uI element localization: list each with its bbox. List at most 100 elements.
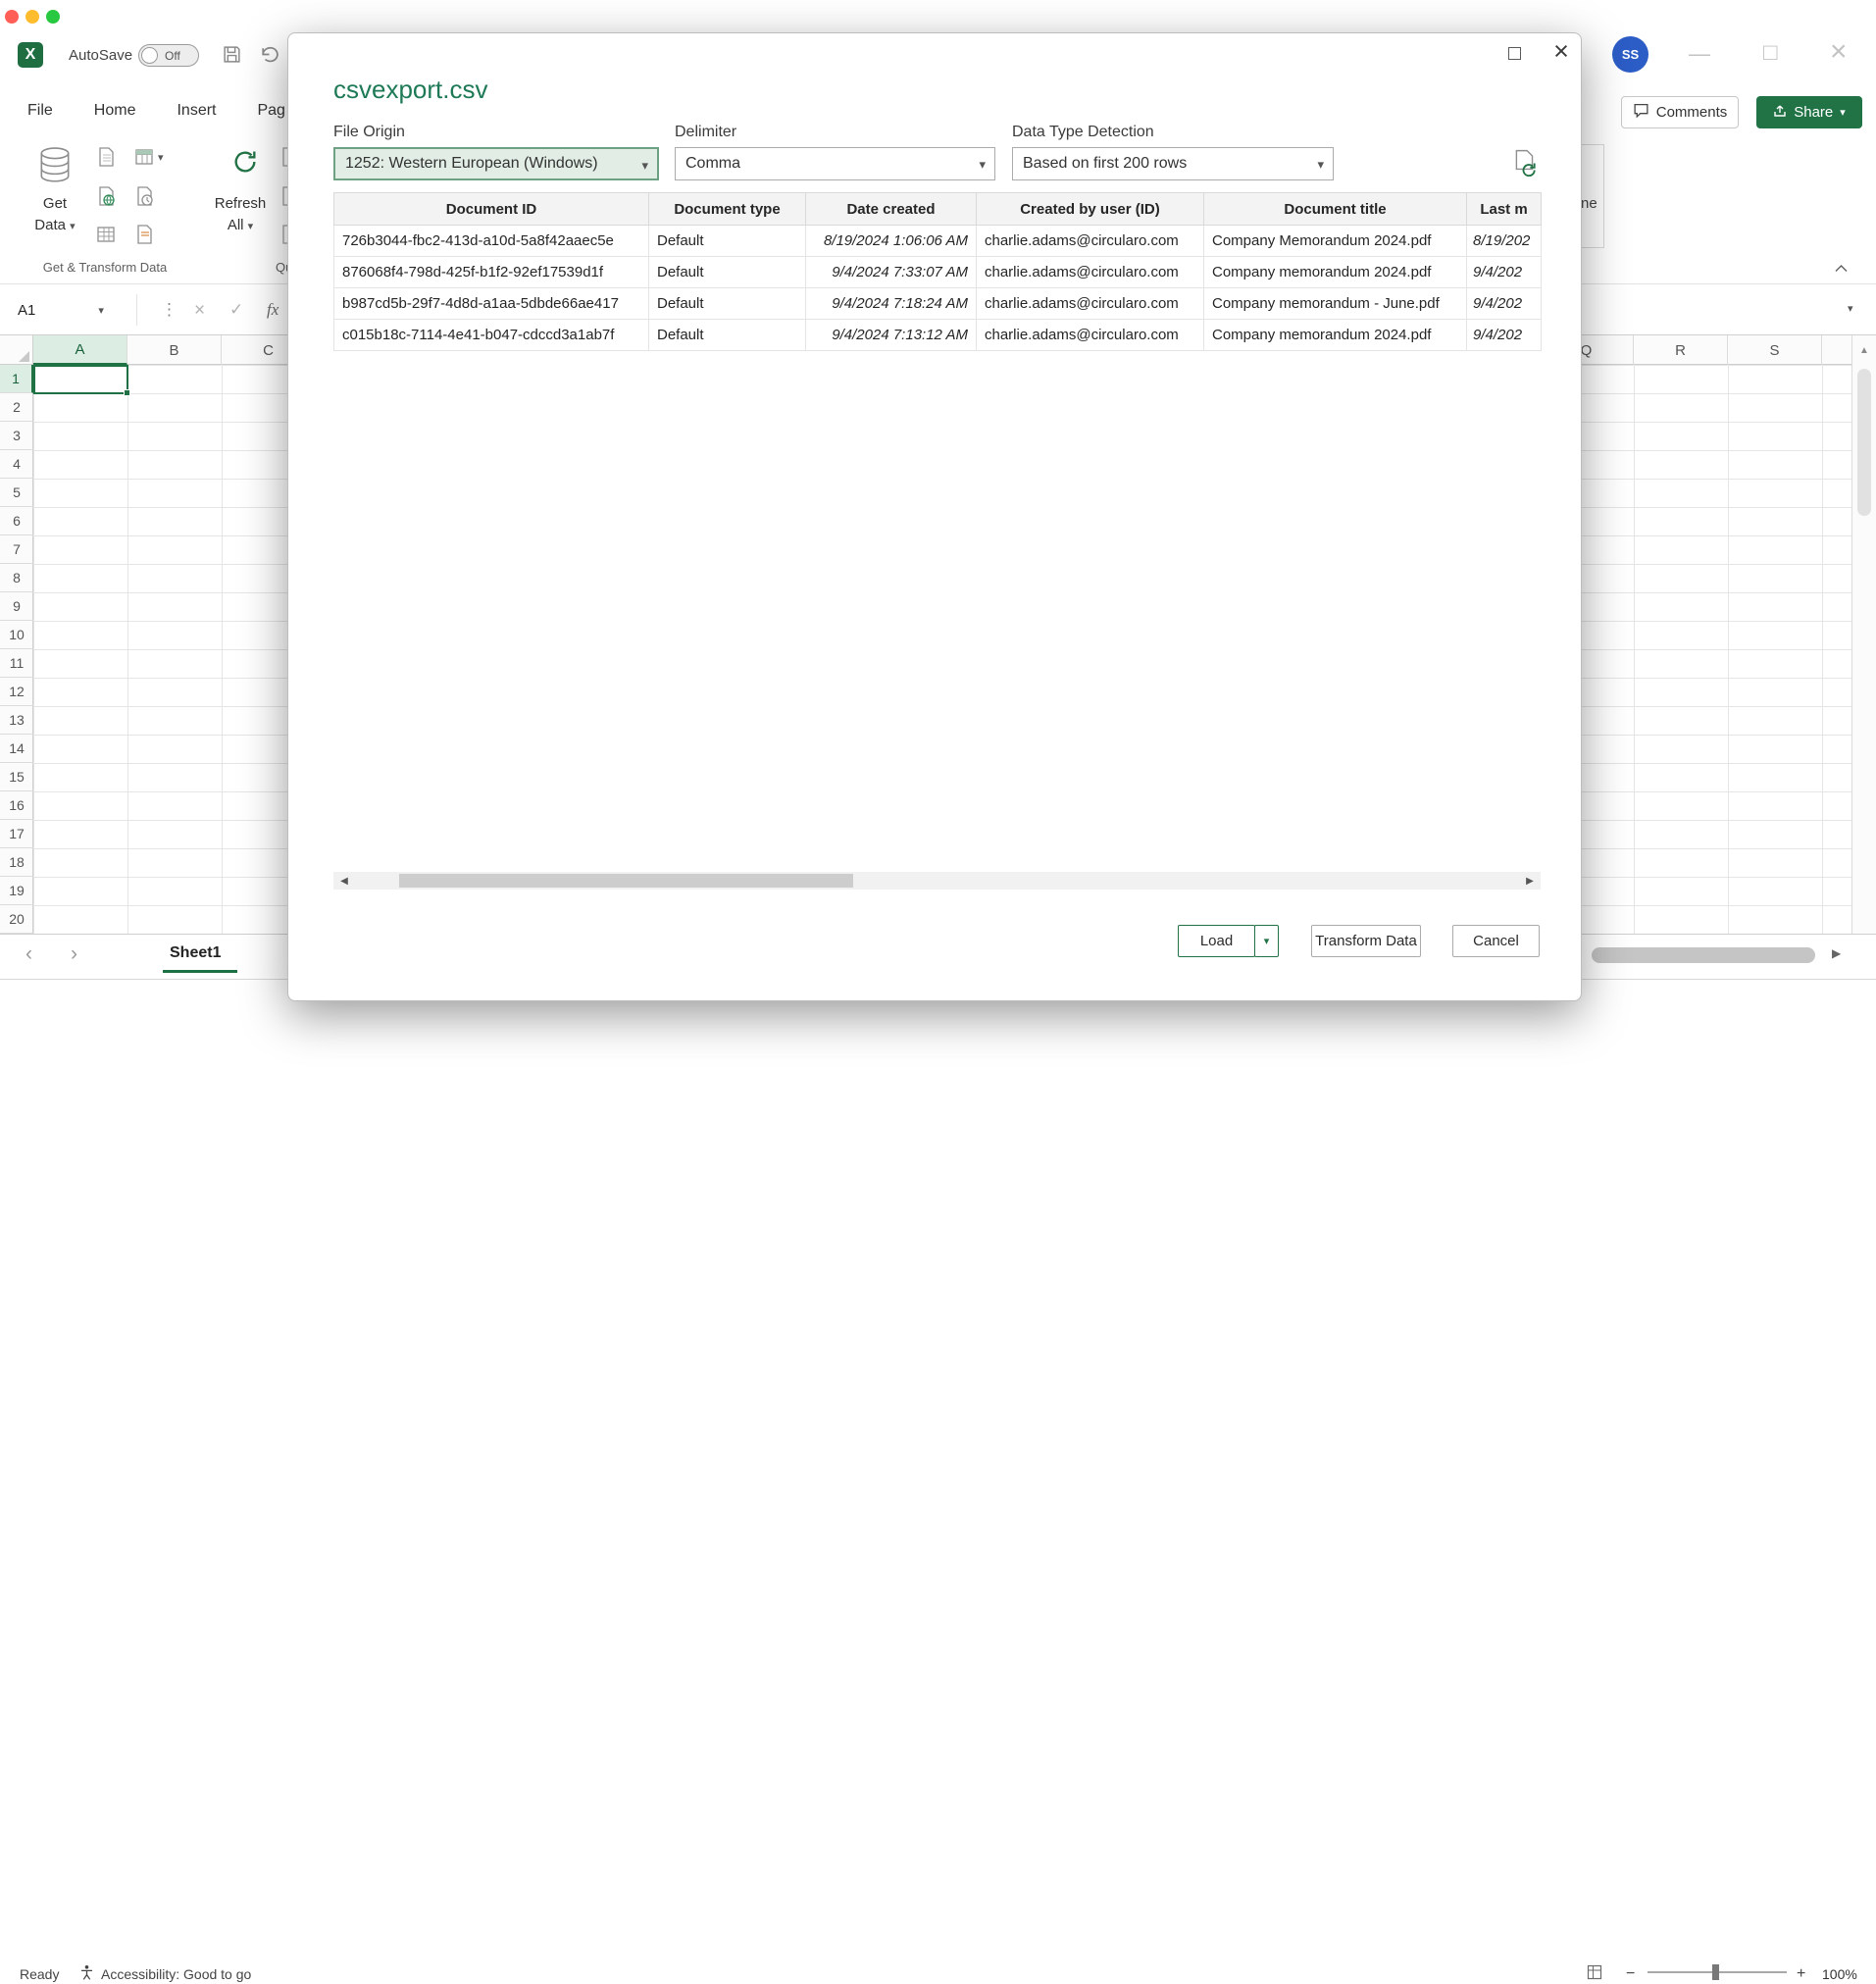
select-all-corner[interactable] [0,335,33,365]
collapse-ribbon-icon[interactable] [1834,260,1849,278]
preview-column-header-1[interactable]: Document type [649,193,806,226]
horizontal-scroll-thumb[interactable] [1592,947,1815,963]
sheet-prev-icon[interactable]: ‹ [25,942,32,966]
row-header-9[interactable]: 9 [0,592,33,621]
load-button[interactable]: Load [1178,925,1255,957]
autosave-toggle[interactable]: Off [138,44,199,67]
scroll-left-icon[interactable]: ◀ [333,872,355,890]
vertical-scroll-thumb[interactable] [1857,369,1871,516]
fill-handle[interactable] [124,389,130,396]
row-header-20[interactable]: 20 [0,905,33,934]
refresh-all-button-line2[interactable]: All ▾ [201,217,279,233]
dialog-maximize-icon[interactable] [1500,39,1528,67]
row-header-19[interactable]: 19 [0,877,33,905]
window-restore-icon[interactable]: □ [1763,39,1778,67]
chevron-down-icon[interactable]: ▾ [158,151,164,164]
scroll-right-icon[interactable]: ▶ [1519,872,1541,890]
row-header-6[interactable]: 6 [0,507,33,535]
column-header-r[interactable]: R [1634,335,1728,365]
page-view-icon[interactable] [1587,1964,1602,1983]
mac-minimize-button[interactable] [25,10,39,24]
preview-column-header-5[interactable]: Last m [1467,193,1542,226]
row-header-13[interactable]: 13 [0,706,33,735]
chevron-down-icon[interactable]: ▾ [98,304,104,317]
row-header-12[interactable]: 12 [0,678,33,706]
row-header-18[interactable]: 18 [0,848,33,877]
mac-zoom-button[interactable] [46,10,60,24]
window-minimize-icon[interactable]: — [1689,41,1710,67]
name-box[interactable]: A1 ▾ [8,294,137,326]
from-table-icon[interactable] [95,224,117,250]
transform-data-button[interactable]: Transform Data [1311,925,1421,957]
refresh-all-icon[interactable] [231,148,259,180]
mac-close-button[interactable] [5,10,19,24]
zoom-level[interactable]: 100% [1822,1966,1857,1982]
dots-handle-icon[interactable]: ⋮ [161,300,177,320]
row-header-15[interactable]: 15 [0,763,33,791]
row-header-17[interactable]: 17 [0,820,33,848]
cancel-entry-icon[interactable]: × [194,300,205,322]
from-text-icon[interactable] [95,146,117,173]
column-header-a[interactable]: A [33,335,127,365]
row-header-10[interactable]: 10 [0,621,33,649]
preview-column-header-3[interactable]: Created by user (ID) [977,193,1204,226]
formula-bar-expand-icon[interactable]: ▾ [1848,302,1853,315]
active-cell-selection[interactable] [33,365,128,394]
row-header-8[interactable]: 8 [0,564,33,592]
detection-select[interactable]: Based on first 200 rows ▾ [1012,147,1334,180]
preview-column-header-0[interactable]: Document ID [334,193,649,226]
tab-file[interactable]: File [27,102,53,120]
file-origin-select[interactable]: 1252: Western European (Windows) ▾ [333,147,659,180]
sheet-tab-sheet1[interactable]: Sheet1 [170,944,221,962]
confirm-entry-icon[interactable]: ✓ [229,300,243,320]
row-header-14[interactable]: 14 [0,735,33,763]
share-button[interactable]: Share ▾ [1756,96,1862,128]
from-web-icon[interactable] [95,185,117,212]
preview-column-header-4[interactable]: Document title [1204,193,1467,226]
vertical-scrollbar[interactable]: ▲ [1851,335,1876,934]
cancel-button[interactable]: Cancel [1452,925,1540,957]
dialog-close-icon[interactable]: × [1547,37,1575,65]
comments-button[interactable]: Comments [1621,96,1739,128]
scroll-right-icon[interactable]: ▶ [1832,946,1841,960]
zoom-slider-thumb[interactable] [1712,1964,1719,1980]
get-data-database-icon[interactable] [35,144,75,194]
preview-column-header-2[interactable]: Date created [806,193,977,226]
chevron-down-icon: ▾ [70,221,76,232]
column-header-b[interactable]: B [127,335,222,365]
recent-sources-icon[interactable] [133,146,155,173]
row-header-1[interactable]: 1 [0,365,33,393]
get-data-button-line2[interactable]: Data ▾ [20,217,90,233]
row-header-3[interactable]: 3 [0,422,33,450]
scroll-up-icon[interactable]: ▲ [1852,345,1876,356]
get-data-button[interactable]: Get [20,195,90,212]
load-split-chevron[interactable]: ▾ [1254,925,1279,957]
preview-hscrollbar[interactable]: ◀ ▶ [333,872,1541,890]
clipboard-doc-icon[interactable] [133,224,155,250]
window-close-icon[interactable]: × [1830,35,1848,69]
save-icon[interactable] [222,44,242,65]
zoom-out-icon[interactable]: − [1626,1965,1635,1983]
row-header-2[interactable]: 2 [0,393,33,422]
sheet-next-icon[interactable]: › [71,942,77,966]
zoom-in-icon[interactable]: + [1797,1965,1805,1983]
tab-insert[interactable]: Insert [177,102,216,120]
refresh-preview-icon[interactable] [1512,149,1538,181]
undo-icon[interactable] [259,45,279,64]
insert-function-icon[interactable]: fx [267,300,279,320]
column-header-s[interactable]: S [1728,335,1822,365]
tab-home[interactable]: Home [94,102,136,120]
preview-hscroll-track[interactable] [355,872,1519,890]
row-header-11[interactable]: 11 [0,649,33,678]
accessibility-status[interactable]: Accessibility: Good to go [101,1966,251,1982]
row-header-5[interactable]: 5 [0,479,33,507]
tab-pag[interactable]: Pag [257,102,284,120]
row-header-4[interactable]: 4 [0,450,33,479]
refresh-all-button[interactable]: Refresh [201,195,279,212]
avatar[interactable]: SS [1612,36,1648,73]
row-header-7[interactable]: 7 [0,535,33,564]
delimiter-select[interactable]: Comma ▾ [675,147,995,180]
preview-hscroll-thumb[interactable] [399,874,853,888]
recent-file-clock-icon[interactable] [133,185,155,212]
row-header-16[interactable]: 16 [0,791,33,820]
